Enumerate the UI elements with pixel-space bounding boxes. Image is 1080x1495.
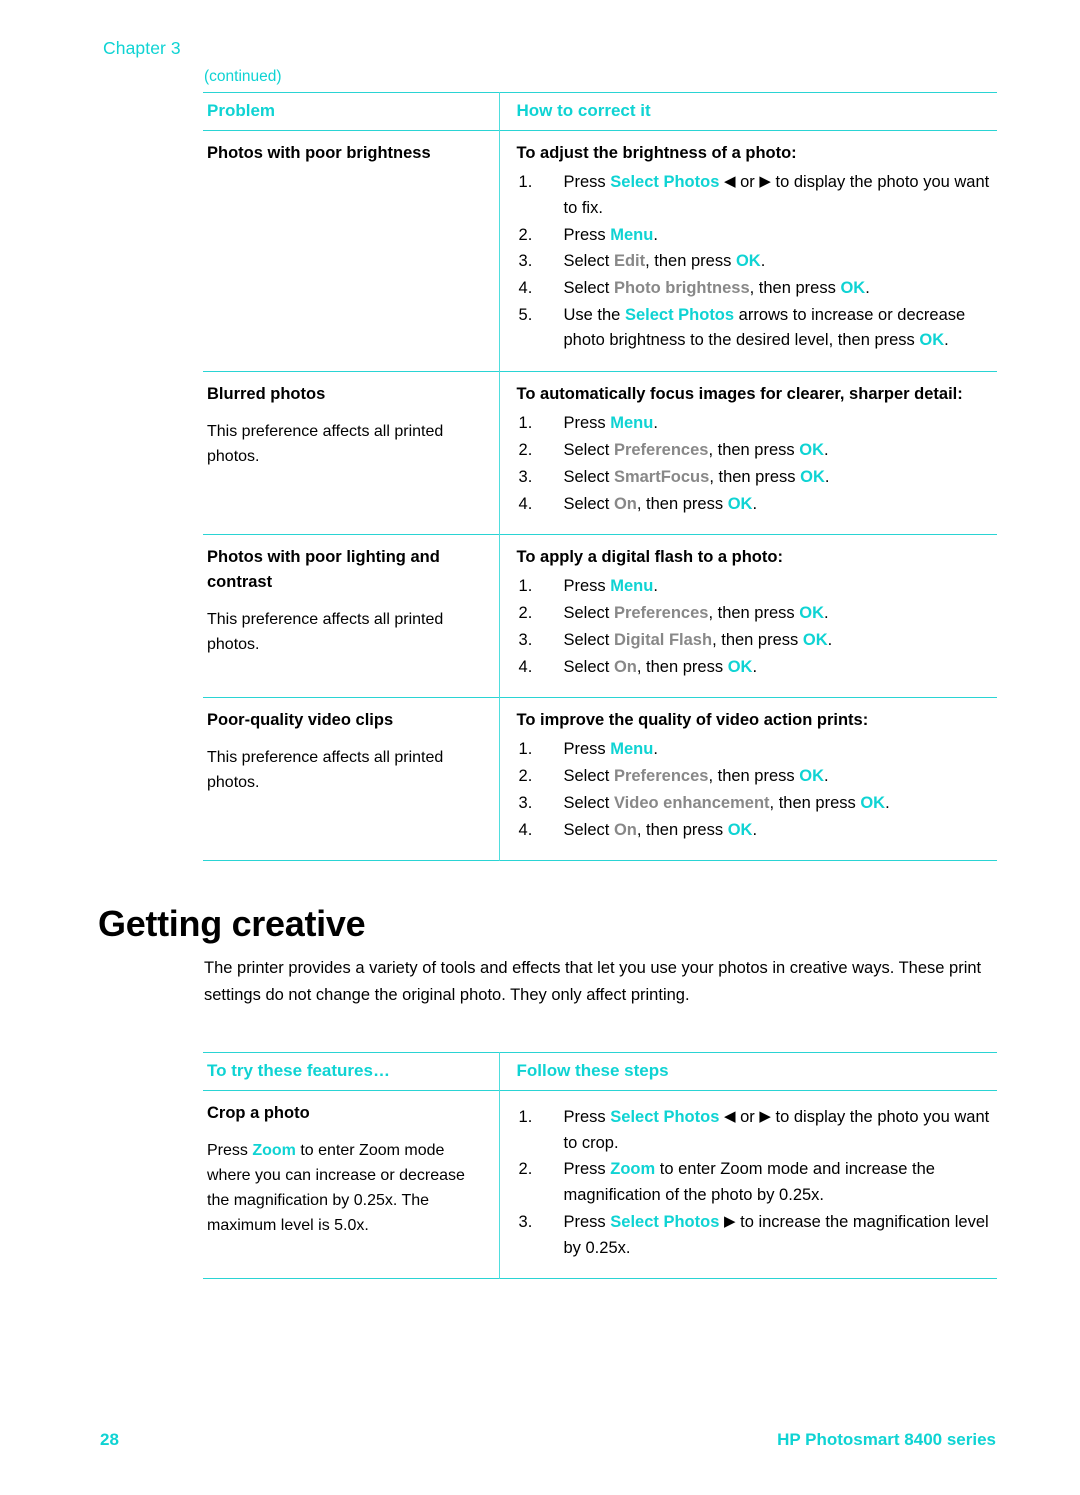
creative-features-table: To try these features… Follow these step… [203,1052,997,1279]
list-item: Select Digital Flash, then press OK. [518,628,833,653]
solution-title: To improve the quality of video action p… [516,711,869,730]
list-item: Press Menu. [518,411,658,436]
column-header-how-to-correct: How to correct it [498,92,997,131]
problem-cell: Photos with poor brightness [203,131,499,372]
column-header-features-label: To try these features… [207,1061,390,1080]
arrow-left-icon: ◀ [723,1108,736,1125]
table-header-row: To try these features… Follow these step… [203,1052,997,1091]
steps-list: Press Menu. Select Preferences, then pre… [517,737,992,843]
list-item: Press Zoom to enter Zoom mode and increa… [518,1157,935,1205]
problem-cell: Blurred photos This preference affects a… [203,372,499,535]
list-item: Press Select Photos ▶ to increase the ma… [518,1210,989,1257]
solution-title: To apply a digital flash to a photo: [516,548,783,567]
list-item: Select On, then press OK. [518,818,758,843]
arrow-left-icon: ◀ [723,173,736,191]
column-header-steps: Follow these steps [498,1052,997,1091]
table-row: Poor-quality video clips This preference… [203,697,997,861]
list-item: Select On, then press OK. [518,492,758,517]
steps-list: Press Select Photos ◀ or ▶ to display th… [517,1105,992,1261]
table-row: Blurred photos This preference affects a… [203,371,997,535]
steps-list: Press Select Photos ◀ or ▶ to display th… [517,170,992,354]
problems-table: Problem How to correct it Photos with po… [203,92,997,861]
solution-cell: To automatically focus images for cleare… [498,371,997,535]
list-item: Select Preferences, then press OK. [518,764,829,789]
list-item: Press Menu. [518,574,658,599]
list-item: Select Preferences, then press OK. [518,601,829,626]
list-item: Select Photo brightness, then press OK. [518,276,870,301]
column-header-how-to-correct-label: How to correct it [516,101,651,120]
problem-note: This preference affects all printed phot… [207,749,444,792]
feature-note: Press Zoom to enter Zoom mode where you … [207,1142,465,1234]
list-item: Select Edit, then press OK. [518,249,766,274]
list-item: Press Menu. [518,223,658,248]
arrow-right-icon: ▶ [759,1108,771,1125]
problem-note: This preference affects all printed phot… [207,423,444,466]
solution-cell: To adjust the brightness of a photo: Pre… [498,130,997,372]
solution-cell: To apply a digital flash to a photo: Pre… [498,534,997,698]
arrow-right-icon: ▶ [759,173,771,191]
column-header-steps-label: Follow these steps [516,1061,669,1080]
chapter-label: Chapter 3 [103,38,181,58]
table-header-row: Problem How to correct it [203,92,997,131]
table-row: Photos with poor lighting and contrast T… [203,534,997,698]
solution-cell: To improve the quality of video action p… [498,697,997,861]
document-page: Chapter 3 (continued) Problem How to cor… [0,0,1080,1495]
problem-title: Blurred photos [207,385,326,404]
column-header-problem-label: Problem [207,101,276,120]
solution-title: To adjust the brightness of a photo: [516,144,797,162]
list-item: Press Select Photos ◀ or ▶ to display th… [518,1105,990,1152]
list-item: Select Preferences, then press OK. [518,438,829,463]
steps-list: Press Menu. Select Preferences, then pre… [517,411,992,517]
continued-label: (continued) [204,68,282,85]
feature-cell: Crop a photo Press Zoom to enter Zoom mo… [203,1091,499,1279]
problem-title: Photos with poor brightness [207,144,431,162]
solution-title: To automatically focus images for cleare… [516,385,963,404]
list-item: Select Video enhancement, then press OK. [518,791,890,816]
arrow-right-icon: ▶ [723,1212,736,1230]
steps-cell: Press Select Photos ◀ or ▶ to display th… [498,1090,997,1279]
table-row: Crop a photo Press Zoom to enter Zoom mo… [203,1090,997,1279]
list-item: Press Select Photos ◀ or ▶ to display th… [518,170,990,217]
list-item: Press Menu. [518,737,658,762]
steps-list: Press Menu. Select Preferences, then pre… [517,574,992,680]
column-header-features: To try these features… [203,1053,499,1091]
footer-product-name: HP Photosmart 8400 series [777,1430,996,1449]
problem-title: Poor-quality video clips [207,711,394,730]
problem-title: Photos with poor lighting and contrast [207,548,440,592]
section-paragraph: The printer provides a variety of tools … [204,959,982,1004]
list-item: Use the Select Photos arrows to increase… [518,303,966,350]
table-row: Photos with poor brightness To adjust th… [203,130,997,372]
problem-cell: Poor-quality video clips This preference… [203,698,499,861]
page-title: Getting creative [98,903,366,944]
feature-title: Crop a photo [207,1104,310,1122]
problem-cell: Photos with poor lighting and contrast T… [203,535,499,698]
list-item: Select SmartFocus, then press OK. [518,465,830,490]
problem-note: This preference affects all printed phot… [207,611,444,654]
column-header-problem: Problem [203,93,499,131]
footer-page-number: 28 [100,1430,119,1449]
list-item: Select On, then press OK. [518,655,758,680]
